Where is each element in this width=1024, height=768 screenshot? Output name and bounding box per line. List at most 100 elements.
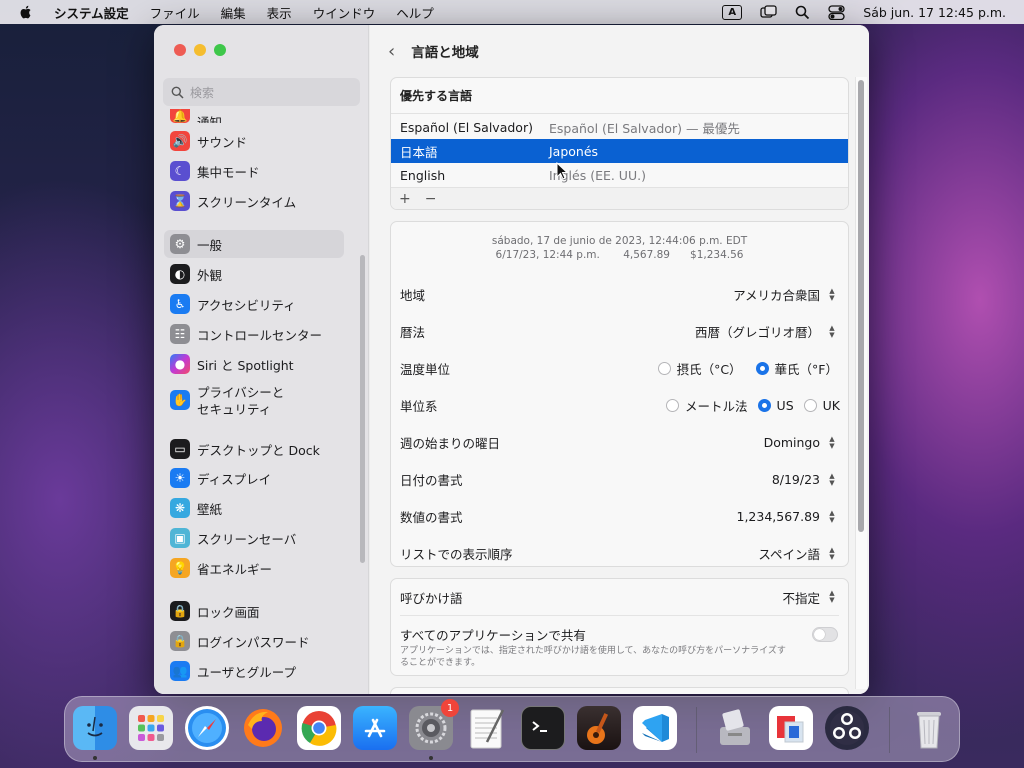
sidebar-item-general[interactable]: ⚙ 一般 — [164, 230, 344, 258]
sidebar-item-label: Siri と Spotlight — [197, 357, 294, 373]
us-radio[interactable]: US — [757, 398, 794, 413]
toggles-icon: ☷ — [170, 324, 190, 344]
region-format-card: sábado, 17 de junio de 2023, 12:44:06 p.… — [390, 221, 849, 567]
trash-icon[interactable] — [907, 706, 951, 750]
add-language-button[interactable]: + — [399, 191, 411, 207]
fahrenheit-radio[interactable]: 華氏（°F） — [755, 359, 838, 378]
menu-app-name[interactable]: システム設定 — [54, 3, 129, 22]
menu-view[interactable]: 表示 — [267, 3, 292, 22]
sidebar-item-privacy-security[interactable]: ✋ プライバシーと セキュリティ — [164, 380, 344, 420]
form-of-address-popup[interactable]: 不指定 ▲ ▼ — [782, 588, 838, 607]
parallels-icon[interactable] — [769, 706, 813, 750]
mouse-pointer-icon — [556, 162, 568, 180]
hand-icon: ✋ — [170, 390, 190, 410]
sidebar-item-appearance[interactable]: ◐ 外観 — [164, 260, 344, 288]
number-format-value: 1,234,567.89 — [736, 509, 821, 524]
chevron-updown-icon: ▲ ▼ — [829, 589, 835, 604]
radio-on-icon — [757, 399, 771, 412]
firefox-icon[interactable] — [241, 706, 285, 750]
sidebar-item-desktop-dock[interactable]: ▭ デスクトップと Dock — [164, 435, 344, 463]
terminal-icon[interactable] — [521, 706, 565, 750]
sidebar-item-screen-time[interactable]: ⌛ スクリーンタイム — [164, 187, 344, 215]
running-indicator — [429, 756, 433, 760]
users-icon: 👥 — [170, 661, 190, 681]
sidebar-item-label: アクセシビリティ — [197, 297, 296, 313]
textedit-icon[interactable] — [465, 706, 509, 750]
temperature-row: 温度単位 摂氏（°C） 華氏（°F） — [391, 350, 848, 387]
sidebar-item-accessibility[interactable]: ♿ アクセシビリティ — [164, 290, 344, 318]
chrome-icon[interactable] — [297, 706, 341, 750]
input-source-indicator[interactable]: A — [722, 4, 743, 20]
sidebar-item-focus[interactable]: ☾ 集中モード — [164, 157, 344, 185]
menu-window[interactable]: ウインドウ — [313, 3, 376, 22]
sidebar-item-label: スクリーンセーバ — [197, 531, 297, 547]
control-center-icon[interactable] — [828, 4, 845, 20]
sidebar-item-displays[interactable]: ☀ ディスプレイ — [164, 464, 344, 492]
sidebar-item-users-groups[interactable]: 👥 ユーザとグループ — [164, 657, 344, 685]
sidebar-scrollbar[interactable] — [360, 255, 365, 563]
region-popup[interactable]: アメリカ合衆国 ▲ ▼ — [733, 285, 838, 304]
celsius-label: 摂氏（°C） — [676, 362, 742, 377]
safari-icon[interactable] — [185, 706, 229, 750]
back-button[interactable]: ‹ — [388, 41, 395, 62]
calendar-popup[interactable]: 西暦（グレゴリオ暦） ▲ ▼ — [695, 322, 838, 341]
region-row: 地域 アメリカ合衆国 ▲ ▼ — [391, 276, 848, 313]
hourglass-icon: ⌛ — [170, 191, 190, 211]
sidebar-item-wallpaper[interactable]: ❋ 壁紙 — [164, 494, 344, 522]
first-weekday-row: 週の始まりの曜日 Domingo ▲ ▼ — [391, 424, 848, 461]
lock-icon: 🔒 — [170, 631, 190, 651]
number-format-popup[interactable]: 1,234,567.89 ▲ ▼ — [737, 509, 839, 525]
appstore-icon[interactable] — [353, 706, 397, 750]
sidebar-search-field[interactable]: 検索 — [163, 78, 360, 106]
lock-icon: 🔒 — [170, 601, 190, 621]
close-button[interactable] — [174, 44, 186, 56]
language-row-selected[interactable]: 日本語 Japonés — [391, 139, 848, 163]
share-with-apps-toggle[interactable] — [812, 627, 838, 642]
list-sort-order-popup[interactable]: スペイン語 ▲ ▼ — [758, 544, 838, 563]
celsius-radio[interactable]: 摂氏（°C） — [657, 359, 742, 378]
list-sort-order-row: リストでの表示順序 スペイン語 ▲ ▼ — [391, 535, 848, 566]
language-row[interactable]: English Inglés (EE. UU.) — [391, 163, 848, 187]
sidebar-item-control-center[interactable]: ☷ コントロールセンター — [164, 320, 344, 348]
window-switcher-icon[interactable] — [760, 4, 777, 20]
menu-edit[interactable]: 編集 — [221, 3, 246, 22]
page-title: 言語と地域 — [411, 45, 479, 61]
first-weekday-value: Domingo — [763, 435, 820, 450]
chevron-updown-icon: ▲ ▼ — [829, 508, 835, 524]
vscode-icon[interactable] — [633, 706, 677, 750]
launchpad-icon[interactable] — [129, 706, 173, 750]
form-of-address-row: 呼びかけ語 不指定 ▲ ▼ — [391, 579, 848, 615]
spotlight-search-icon[interactable] — [795, 5, 810, 20]
garageband-icon[interactable] — [577, 706, 621, 750]
migration-icon[interactable] — [713, 706, 757, 750]
sidebar-item-siri-spotlight[interactable]: ● Siri と Spotlight — [164, 350, 344, 378]
menu-help[interactable]: ヘルプ — [396, 3, 434, 22]
sidebar-item-login-password[interactable]: 🔒 ログインパスワード — [164, 627, 344, 655]
sidebar-item-energy-saver[interactable]: 💡 省エネルギー — [164, 554, 344, 582]
date-format-popup[interactable]: 8/19/23 ▲ ▼ — [772, 472, 838, 488]
sidebar-item-sound[interactable]: 🔊 サウンド — [164, 127, 344, 155]
main-scrollbar[interactable] — [858, 80, 864, 532]
radio-off-icon — [657, 362, 671, 375]
calendar-label: 暦法 — [400, 325, 426, 340]
language-row[interactable]: Español (El Salvador) Español (El Salvad… — [391, 115, 848, 139]
finder-icon[interactable] — [73, 706, 117, 750]
sidebar-item-screensaver[interactable]: ▣ スクリーンセーバ — [164, 524, 344, 552]
main-pane: ‹ 言語と地域 優先する言語 Español (El Salvador) Esp… — [370, 25, 869, 694]
first-weekday-popup[interactable]: Domingo ▲ ▼ — [764, 435, 838, 451]
metric-radio[interactable]: メートル法 — [666, 396, 748, 415]
minimize-button[interactable] — [194, 44, 206, 56]
language-name: English — [400, 167, 446, 183]
remove-language-button[interactable]: − — [425, 191, 437, 207]
sidebar-item-label: 外観 — [197, 267, 223, 283]
calendar-row: 暦法 西暦（グレゴリオ暦） ▲ ▼ — [391, 313, 848, 350]
apple-menu-icon[interactable] — [18, 4, 34, 20]
zoom-button[interactable] — [214, 44, 226, 56]
menu-file[interactable]: ファイル — [150, 3, 200, 22]
date-format-row: 日付の書式 8/19/23 ▲ ▼ — [391, 461, 848, 498]
uk-radio[interactable]: UK — [803, 398, 840, 413]
menu-clock[interactable]: Sáb jun. 17 12:45 p.m. — [863, 5, 1006, 20]
sidebar-item-lock-screen[interactable]: 🔒 ロック画面 — [164, 597, 344, 625]
obs-icon[interactable] — [825, 706, 869, 750]
sidebar-item-notifications[interactable]: 🔔 通知 — [164, 109, 344, 123]
